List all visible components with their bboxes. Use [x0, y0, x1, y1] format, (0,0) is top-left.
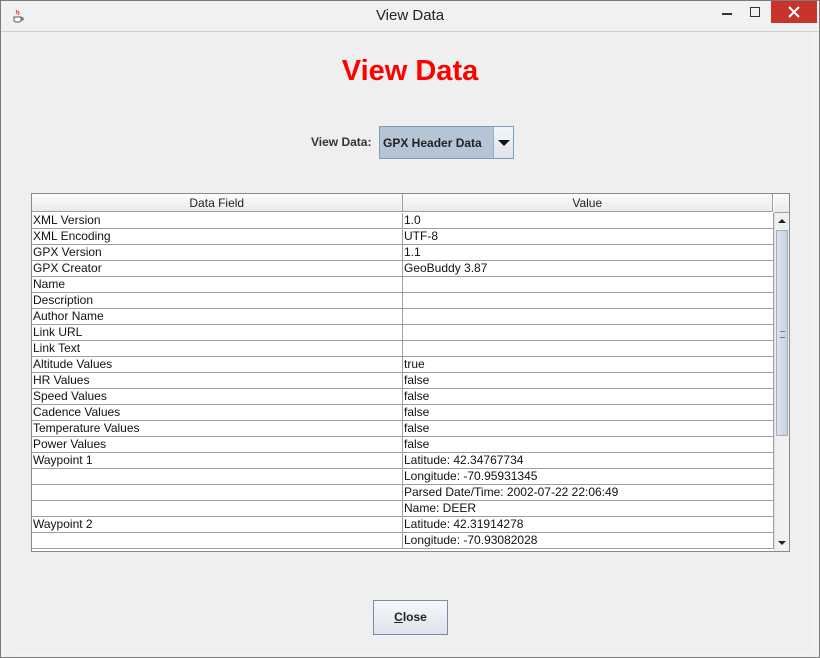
cell-data-field[interactable]: Cadence Values [32, 405, 403, 421]
table-row[interactable]: Author Name [32, 309, 774, 325]
table-row[interactable]: Description [32, 293, 774, 309]
cell-data-field[interactable] [32, 469, 403, 485]
view-data-dropdown[interactable]: GPX Header Data [379, 126, 514, 159]
view-data-label: View Data: [311, 135, 372, 149]
cell-value[interactable]: Longitude: -70.95931345 [403, 469, 774, 485]
cell-value[interactable]: false [403, 421, 774, 437]
table-row[interactable]: Longitude: -70.93082028 [32, 533, 774, 549]
cell-data-field[interactable]: Temperature Values [32, 421, 403, 437]
cell-data-field[interactable] [32, 533, 403, 549]
maximize-button[interactable] [741, 1, 769, 23]
cell-data-field[interactable]: Description [32, 293, 403, 309]
window-title: View Data [375, 7, 445, 24]
cell-value[interactable] [403, 325, 774, 341]
cell-data-field[interactable]: GPX Creator [32, 261, 403, 277]
minimize-button[interactable] [713, 1, 741, 23]
cell-value[interactable] [403, 293, 774, 309]
scroll-down-arrow-icon[interactable] [775, 536, 789, 551]
cell-value[interactable] [403, 341, 774, 357]
table-row[interactable]: Name [32, 277, 774, 293]
cell-value[interactable]: Parsed Date/Time: 2002-07-22 22:06:49 [403, 485, 774, 501]
table-row[interactable]: Power Values false [32, 437, 774, 453]
cell-data-field[interactable] [32, 501, 403, 517]
column-header-value[interactable]: Value [402, 194, 773, 212]
data-table: Data Field Value XML Version 1.0 XML Encod… [31, 193, 790, 552]
cell-data-field[interactable] [32, 485, 403, 501]
cell-value[interactable]: 1.1 [403, 245, 774, 261]
table-row[interactable]: Cadence Values false [32, 405, 774, 421]
cell-value[interactable] [403, 309, 774, 325]
table-row[interactable]: Waypoint 2 Latitude: 42.31914278 [32, 517, 774, 533]
title-bar[interactable]: View Data [1, 1, 819, 32]
table-row[interactable]: HR Values false [32, 373, 774, 389]
cell-data-field[interactable]: Name [32, 277, 403, 293]
close-button[interactable]: Close [373, 600, 448, 635]
cell-data-field[interactable]: XML Version [32, 213, 403, 229]
table-row[interactable]: Speed Values false [32, 389, 774, 405]
table-row[interactable]: Longitude: -70.95931345 [32, 469, 774, 485]
cell-data-field[interactable]: Waypoint 2 [32, 517, 403, 533]
cell-data-field[interactable]: Link URL [32, 325, 403, 341]
cell-data-field[interactable]: Waypoint 1 [32, 453, 403, 469]
scroll-thumb[interactable] [776, 230, 788, 436]
vertical-scrollbar[interactable] [774, 213, 789, 551]
cell-value[interactable]: GeoBuddy 3.87 [403, 261, 774, 277]
cell-value[interactable]: UTF-8 [403, 229, 774, 245]
table-row[interactable]: Link Text [32, 341, 774, 357]
cell-data-field[interactable]: XML Encoding [32, 229, 403, 245]
table-corner [774, 194, 789, 213]
cell-value[interactable] [403, 277, 774, 293]
cell-value[interactable]: false [403, 373, 774, 389]
cell-data-field[interactable]: Author Name [32, 309, 403, 325]
dialog-content: View Data View Data: GPX Header Data Dat… [9, 32, 811, 651]
view-data-window: View Data View Data View Data: GPX Heade… [0, 0, 820, 658]
cell-value[interactable]: Latitude: 42.31914278 [403, 517, 774, 533]
table-body: XML Version 1.0 XML Encoding UTF-8 GPX Versi… [32, 213, 774, 551]
table-row[interactable]: Link URL [32, 325, 774, 341]
cell-value[interactable]: false [403, 437, 774, 453]
cell-value[interactable]: Longitude: -70.93082028 [403, 533, 774, 549]
table-row[interactable]: GPX Creator GeoBuddy 3.87 [32, 261, 774, 277]
cell-data-field[interactable]: Link Text [32, 341, 403, 357]
column-header-data-field[interactable]: Data Field [32, 194, 403, 212]
scroll-up-arrow-icon[interactable] [775, 213, 789, 228]
dropdown-selected-value: GPX Header Data [383, 136, 482, 150]
table-header: Data Field Value [32, 194, 773, 213]
cell-value[interactable]: false [403, 405, 774, 421]
cell-value[interactable]: 1.0 [403, 213, 774, 229]
close-window-button[interactable] [771, 1, 817, 23]
cell-value[interactable]: false [403, 389, 774, 405]
table-row[interactable]: Parsed Date/Time: 2002-07-22 22:06:49 [32, 485, 774, 501]
table-row[interactable]: XML Version 1.0 [32, 213, 774, 229]
chevron-down-icon[interactable] [493, 127, 513, 158]
page-title: View Data [341, 55, 479, 87]
cell-value[interactable]: true [403, 357, 774, 373]
cell-data-field[interactable]: Altitude Values [32, 357, 403, 373]
table-row[interactable]: GPX Version 1.1 [32, 245, 774, 261]
table-row[interactable]: Temperature Values false [32, 421, 774, 437]
cell-value[interactable]: Latitude: 42.34767734 [403, 453, 774, 469]
close-label: lose [402, 610, 427, 624]
cell-data-field[interactable]: GPX Version [32, 245, 403, 261]
cell-data-field[interactable]: Power Values [32, 437, 403, 453]
table-row[interactable]: Waypoint 1 Latitude: 42.34767734 [32, 453, 774, 469]
close-icon [788, 6, 800, 18]
cell-data-field[interactable]: HR Values [32, 373, 403, 389]
cell-value[interactable]: Name: DEER [403, 501, 774, 517]
cell-data-field[interactable]: Speed Values [32, 389, 403, 405]
table-row[interactable]: XML Encoding UTF-8 [32, 229, 774, 245]
table-row[interactable]: Altitude Values true [32, 357, 774, 373]
close-mnemonic: C [394, 610, 403, 624]
table-row[interactable]: Name: DEER [32, 501, 774, 517]
